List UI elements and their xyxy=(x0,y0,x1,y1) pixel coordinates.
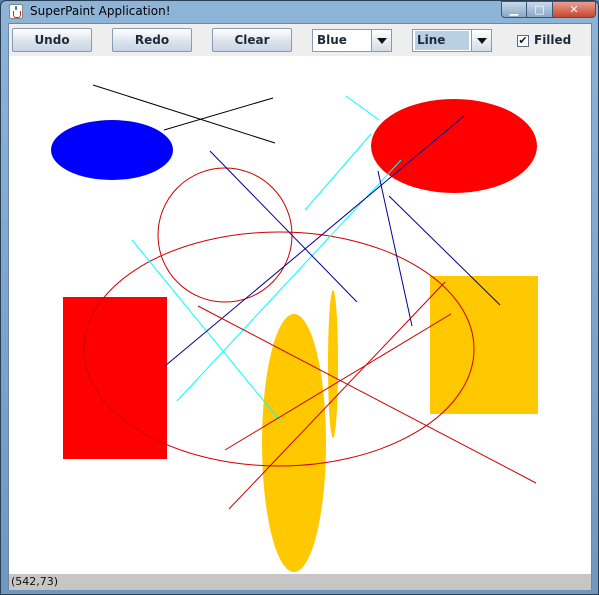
line-navy xyxy=(377,170,413,327)
ellipse-gold-filled xyxy=(262,314,326,572)
redo-button[interactable]: Redo xyxy=(112,28,192,52)
chevron-down-icon[interactable] xyxy=(371,30,391,51)
drawing-surface[interactable] xyxy=(9,56,591,574)
line-navy xyxy=(209,150,358,303)
clear-button[interactable]: Clear xyxy=(212,28,292,52)
line-cyan xyxy=(345,95,380,121)
shape-select-value: Line xyxy=(415,31,469,50)
status-bar: (542,73) xyxy=(9,574,591,590)
client-area: Undo Redo Clear Blue Line ✔ Filled (542,… xyxy=(8,23,592,590)
rect-gold-filled xyxy=(430,276,538,414)
maximize-button[interactable]: □ xyxy=(526,1,553,18)
chevron-down-icon[interactable] xyxy=(471,30,491,51)
rect-red-filled xyxy=(63,297,167,459)
filled-label: Filled xyxy=(534,33,572,47)
drawing-canvas[interactable] xyxy=(9,56,591,574)
java-cup-icon xyxy=(9,4,23,19)
title-bar[interactable]: SuperPaint Application! ▁ □ ✕ xyxy=(1,1,598,23)
color-select[interactable]: Blue xyxy=(312,29,392,52)
close-button[interactable]: ✕ xyxy=(552,1,596,18)
line-navy xyxy=(164,115,465,367)
ellipse-gold-narrow xyxy=(328,290,338,438)
filled-checkbox[interactable]: ✔ xyxy=(517,35,529,47)
ellipse-blue-filled xyxy=(51,120,173,180)
minimize-button[interactable]: ▁ xyxy=(501,1,527,18)
circle-dark-red-outline xyxy=(157,167,293,303)
window-title: SuperPaint Application! xyxy=(30,4,171,18)
toolbar: Undo Redo Clear Blue Line ✔ Filled xyxy=(9,24,591,56)
ellipse-red-filled xyxy=(371,99,537,193)
line-cyan xyxy=(304,133,372,211)
line-dark-red xyxy=(228,281,446,510)
cursor-coordinates: (542,73) xyxy=(11,575,59,588)
color-select-value: Blue xyxy=(317,33,347,47)
line-dark-red xyxy=(224,313,452,451)
undo-button[interactable]: Undo xyxy=(12,28,92,52)
shape-select[interactable]: Line xyxy=(412,29,492,52)
app-window: SuperPaint Application! ▁ □ ✕ Undo Redo … xyxy=(0,0,599,595)
